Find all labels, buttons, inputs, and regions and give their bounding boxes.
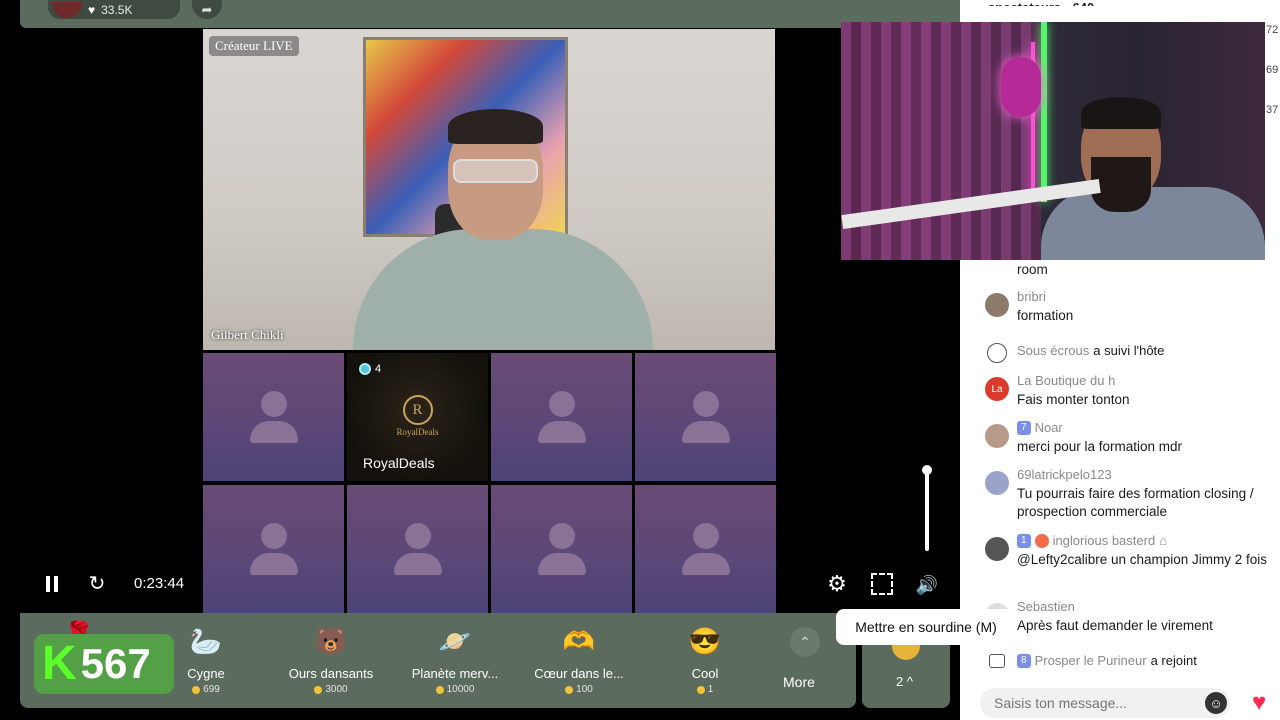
level-badge: 7	[1017, 420, 1031, 435]
coin-icon	[696, 685, 705, 694]
avatar[interactable]: La	[985, 377, 1009, 401]
viewer-badge: 4	[359, 363, 381, 375]
streamer-hair	[1081, 97, 1161, 129]
kick-logo-icon: K	[42, 637, 77, 690]
kick-count: 567	[80, 640, 151, 687]
avatar[interactable]	[985, 293, 1009, 317]
gift-item[interactable]: 🪐 Planète merv... 10000	[400, 621, 510, 696]
volume-slider[interactable]	[921, 463, 933, 551]
fullscreen-icon[interactable]	[871, 573, 893, 595]
live-stream-page: ♥ 33.5K ➦ Créateur LIVE Gilbert Chikli 4…	[0, 0, 1280, 720]
user-placeholder-icon	[681, 523, 730, 575]
replay-icon[interactable]: ↻	[86, 572, 108, 595]
rank-number: 69	[1266, 64, 1279, 76]
swan-icon: 🦢	[189, 625, 223, 656]
playback-time: 0:23:44	[134, 575, 185, 592]
gem-icon	[359, 363, 371, 375]
user-placeholder-icon	[249, 391, 298, 443]
host-hair	[448, 109, 543, 144]
coin-icon	[565, 685, 574, 694]
likes-count: 33.5K	[101, 2, 133, 17]
user-placeholder-icon	[537, 523, 586, 575]
guest-slot[interactable]	[347, 485, 488, 613]
settings-gear-icon[interactable]: ⚙	[825, 571, 849, 596]
avatar[interactable]	[985, 471, 1009, 495]
user-placeholder-icon	[537, 391, 586, 443]
rank-number: 72	[1266, 24, 1279, 36]
emoji-icon[interactable]: ☺	[1205, 692, 1227, 714]
heart-hands-icon: 🫶	[562, 625, 596, 656]
guest-tile-royaldeals[interactable]: 4 R RoyalDeals RoyalDeals	[347, 353, 488, 481]
host-video[interactable]: Créateur LIVE Gilbert Chikli	[203, 29, 775, 350]
streamer-webcam-overlay	[841, 22, 1265, 260]
streamer-coat	[1041, 187, 1265, 260]
creator-live-label: Créateur LIVE	[209, 36, 299, 56]
guest-slot[interactable]	[203, 353, 344, 481]
volume-track	[925, 467, 929, 551]
gift-item[interactable]: 🫶 Cœur dans le... 100	[524, 621, 634, 696]
pause-icon[interactable]	[42, 573, 62, 595]
rank-number: 37	[1266, 104, 1279, 116]
guest-slot[interactable]	[203, 485, 344, 613]
house-icon: ⌂	[1159, 533, 1168, 548]
bear-icon: 🐻	[314, 625, 348, 656]
royaldeals-logo-text: RoyalDeals	[396, 427, 439, 437]
guest-slot[interactable]	[491, 353, 632, 481]
user-placeholder-icon	[249, 523, 298, 575]
chat-input[interactable]	[980, 688, 1180, 718]
avatar[interactable]	[985, 424, 1009, 448]
guest-name: RoyalDeals	[363, 455, 435, 471]
share-icon[interactable]: ➦	[192, 0, 222, 19]
neon-light	[1041, 22, 1047, 202]
user-placeholder-icon	[393, 523, 442, 575]
guest-slot[interactable]	[635, 485, 776, 613]
gift-item[interactable]: 😎 Cool 1	[650, 621, 760, 696]
follow-icon	[987, 343, 1007, 363]
fan-badge-icon	[1034, 533, 1049, 548]
top-bar: ♥ 33.5K ➦	[20, 0, 960, 28]
host-avatar[interactable]	[52, 1, 82, 18]
more-gifts-button[interactable]: More	[783, 674, 815, 690]
host-body	[353, 229, 653, 350]
volume-icon[interactable]: 🔊	[914, 572, 940, 598]
like-heart-icon[interactable]: ♥	[1252, 690, 1278, 716]
kick-counter-badge: K 567	[34, 634, 174, 694]
level-badge: 8	[1017, 653, 1031, 668]
royaldeals-logo: R	[402, 395, 433, 425]
host-name-label: Gilbert Chikli	[211, 327, 284, 342]
guest-slot[interactable]	[491, 485, 632, 613]
join-icon	[989, 654, 1005, 668]
chat-input-bar[interactable]	[980, 688, 1230, 718]
mute-tooltip: Mettre en sourdine (M)	[836, 609, 1016, 645]
coin-icon	[435, 685, 444, 694]
coin-icon	[314, 685, 323, 694]
viewers-header: spectateurs · 640	[988, 0, 1094, 6]
planet-icon: 🪐	[438, 625, 472, 656]
heart-icon: ♥	[88, 2, 96, 17]
coin-icon	[192, 685, 201, 694]
guest-slot[interactable]	[635, 353, 776, 481]
chevron-up-icon[interactable]: ⌃	[790, 627, 820, 657]
host-info-pill[interactable]: ♥ 33.5K	[48, 0, 180, 19]
side-gift-count: 2 ^	[896, 674, 913, 689]
avatar[interactable]	[985, 537, 1009, 561]
gift-item[interactable]: 🐻 Ours dansants 3000	[276, 621, 386, 696]
streamer-beard	[1091, 157, 1151, 212]
host-glasses	[453, 159, 538, 183]
sunglasses-icon: 😎	[688, 625, 722, 656]
level-badge: 1	[1017, 533, 1031, 548]
user-placeholder-icon	[681, 391, 730, 443]
volume-knob[interactable]	[922, 465, 932, 475]
neon-sign	[1001, 57, 1041, 117]
